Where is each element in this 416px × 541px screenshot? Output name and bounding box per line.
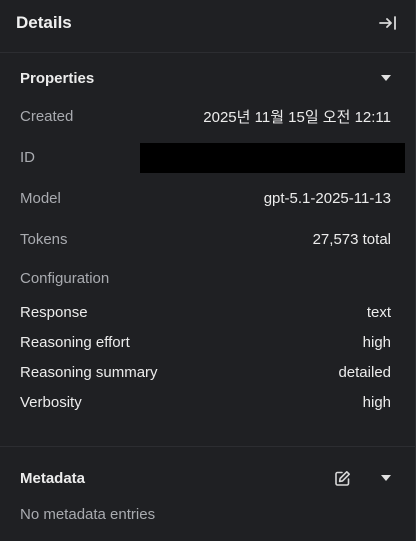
caret-down-icon: [381, 75, 391, 81]
property-created: Created 2025년 11월 15일 오전 12:11: [20, 105, 391, 127]
property-model-label: Model: [20, 189, 61, 207]
details-panel: Details Properties Created 2025년 11월 15일…: [0, 0, 416, 541]
config-reasoning-effort-label: Reasoning effort: [20, 333, 130, 351]
config-reasoning-summary-label: Reasoning summary: [20, 363, 158, 381]
config-reasoning-effort-value: high: [362, 333, 391, 351]
property-id-label: ID: [20, 148, 35, 166]
property-model: Model gpt-5.1-2025-11-13: [20, 187, 391, 209]
collapse-right-icon: [379, 16, 396, 30]
details-header: Details: [16, 10, 399, 36]
collapse-panel-button[interactable]: [377, 12, 399, 34]
metadata-title: Metadata: [20, 469, 86, 487]
config-response-value: text: [366, 303, 391, 321]
config-reasoning-effort: Reasoning effort high: [20, 331, 391, 353]
metadata-header: Metadata: [20, 466, 395, 490]
property-created-value: 2025년 11월 15일 오전 12:11: [203, 108, 391, 126]
properties-title: Properties: [20, 69, 95, 87]
metadata-section: [0, 446, 416, 541]
id-redaction-block: [140, 143, 405, 173]
config-response: Response text: [20, 301, 391, 323]
metadata-edit-button[interactable]: [333, 469, 351, 487]
configuration-title: Configuration: [20, 270, 110, 287]
config-verbosity: Verbosity high: [20, 391, 391, 413]
metadata-empty-text: No metadata entries: [20, 506, 156, 523]
caret-down-icon: [381, 475, 391, 481]
property-tokens-value: 27,573 total: [312, 230, 391, 248]
properties-toggle-button[interactable]: [377, 69, 395, 87]
config-reasoning-summary: Reasoning summary detailed: [20, 361, 391, 383]
property-created-label: Created: [20, 107, 74, 125]
config-verbosity-label: Verbosity: [20, 393, 82, 411]
property-model-value: gpt-5.1-2025-11-13: [263, 189, 391, 207]
details-title: Details: [16, 13, 72, 32]
properties-header[interactable]: Properties: [20, 66, 395, 90]
config-reasoning-summary-value: detailed: [338, 363, 391, 381]
config-verbosity-value: high: [362, 393, 391, 411]
property-tokens: Tokens 27,573 total: [20, 228, 391, 250]
property-tokens-label: Tokens: [20, 230, 68, 248]
config-response-label: Response: [20, 303, 88, 321]
edit-icon: [334, 470, 350, 486]
metadata-toggle-button[interactable]: [377, 469, 395, 487]
